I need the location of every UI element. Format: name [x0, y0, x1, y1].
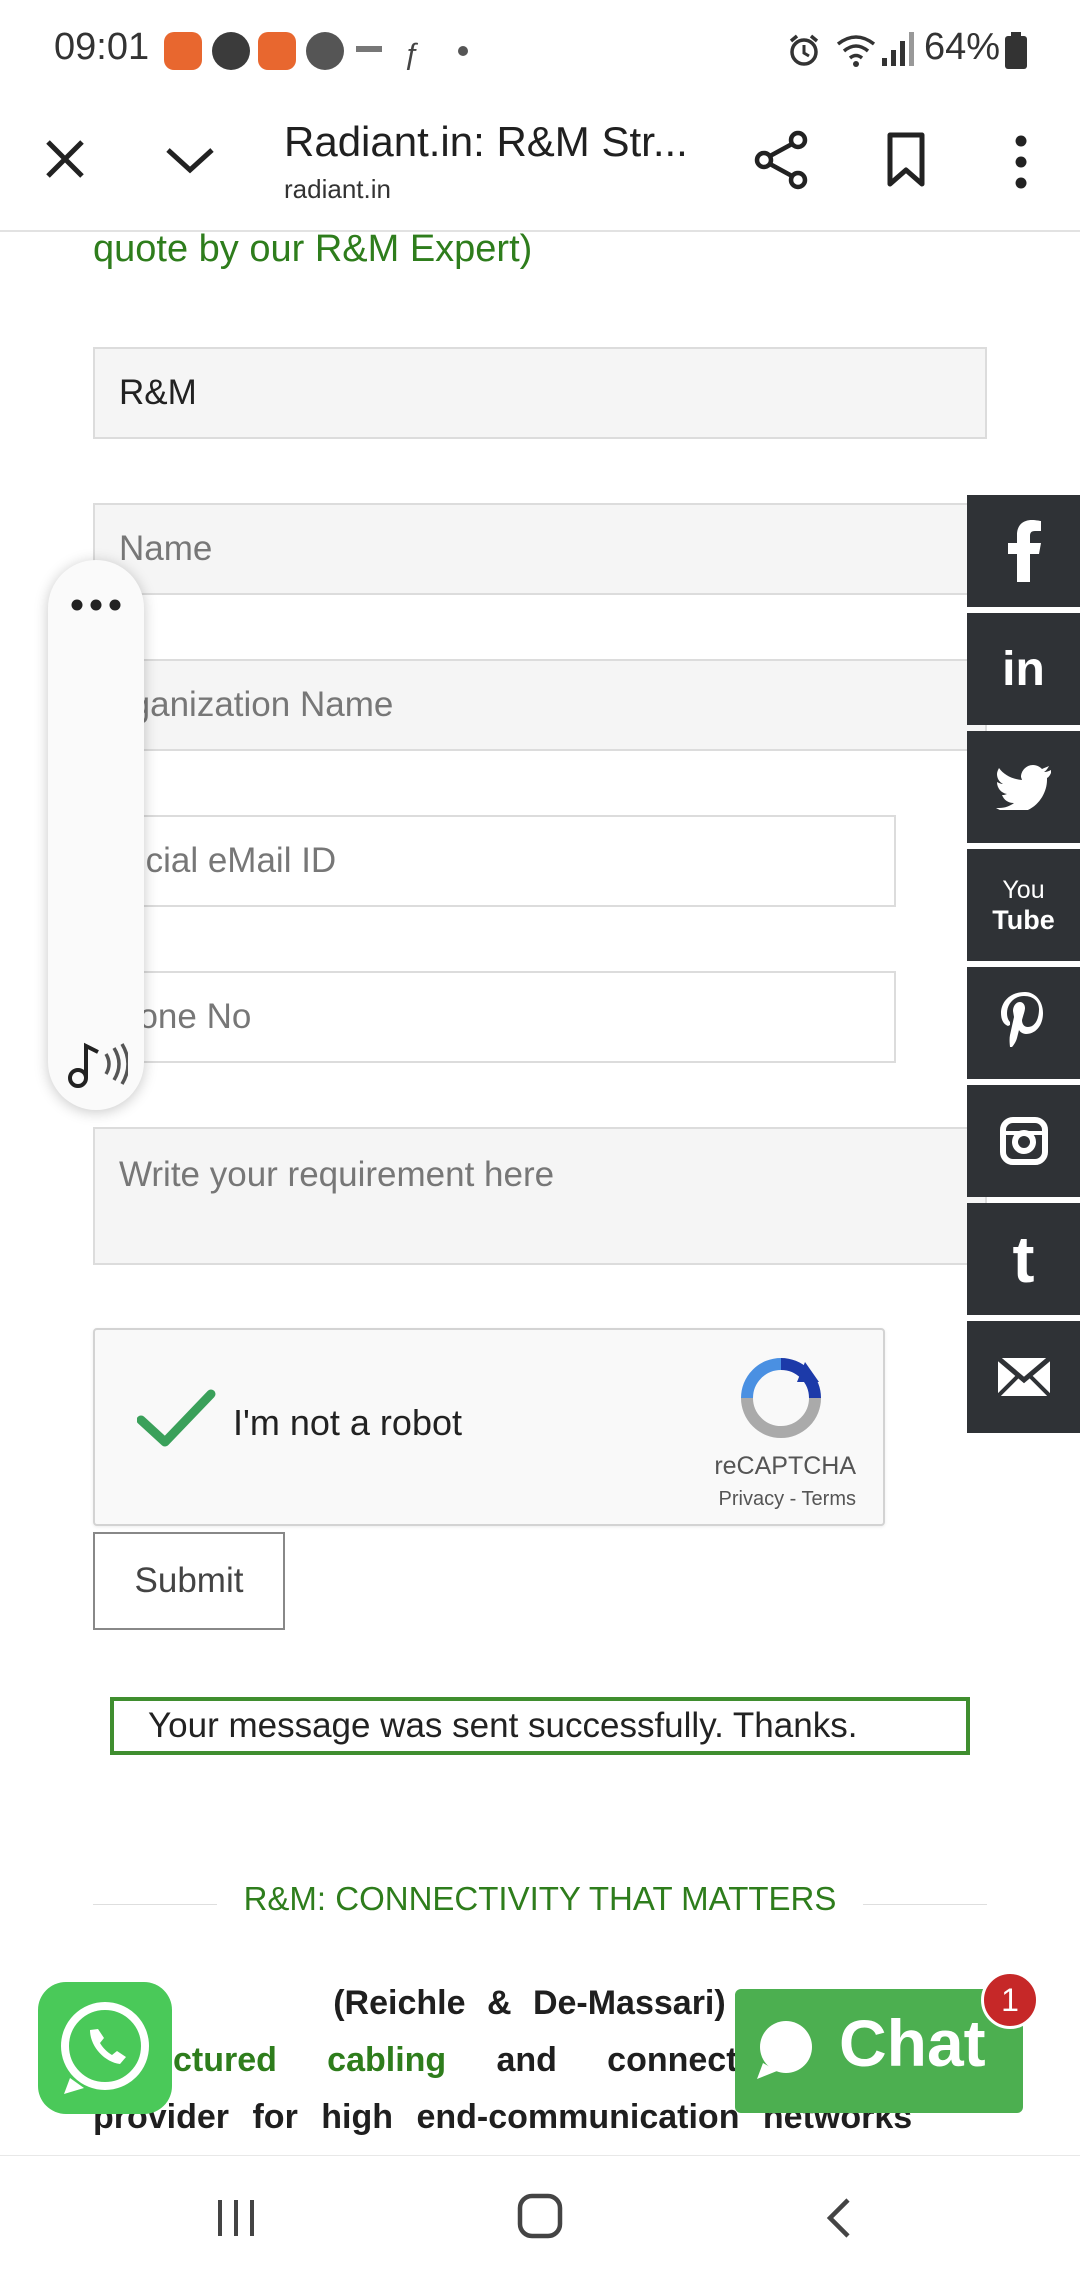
- chat-unread-badge: 1: [981, 1971, 1039, 2029]
- youtube-icon-you: You: [1002, 876, 1045, 904]
- chat-label: Chat: [839, 2006, 986, 2080]
- section-heading-block: R&M: CONNECTIVITY THAT MATTERS: [93, 1880, 987, 1930]
- requirement-textarea-placeholder: Write your requirement here: [119, 1155, 555, 1194]
- product-field[interactable]: R&M: [93, 347, 987, 439]
- alarm-icon: [786, 32, 822, 73]
- recent-apps-icon[interactable]: [214, 2198, 258, 2238]
- battery-percentage: 64%: [923, 26, 1000, 68]
- organization-input[interactable]: rganization Name: [93, 659, 987, 751]
- chevron-down-icon[interactable]: [164, 140, 216, 180]
- chat-bubble-icon: [757, 2021, 812, 2079]
- facebook-share-button[interactable]: [967, 495, 1080, 607]
- apollo-247-icon: [258, 32, 296, 70]
- email-input[interactable]: fficial eMail ID: [93, 815, 896, 907]
- linkedin-icon: in: [1002, 642, 1045, 696]
- dot-icon: [458, 46, 468, 56]
- recaptcha-brand: reCAPTCHA: [714, 1452, 856, 1480]
- close-icon[interactable]: [40, 134, 90, 184]
- back-icon[interactable]: [824, 2196, 854, 2240]
- tumblr-icon: t: [1012, 1222, 1035, 1296]
- share-icon[interactable]: [754, 130, 810, 190]
- recaptcha-privacy-link[interactable]: Privacy: [719, 1488, 785, 1510]
- email-share-button[interactable]: [967, 1321, 1080, 1433]
- email-input-placeholder: fficial eMail ID: [119, 841, 337, 880]
- success-message: Your message was sent successfully. Than…: [110, 1697, 970, 1755]
- youtube-share-button[interactable]: You Tube: [967, 849, 1080, 961]
- recaptcha-label: I'm not a robot: [233, 1402, 462, 1443]
- twitter-share-button[interactable]: [967, 731, 1080, 843]
- recaptcha-logo-icon: [739, 1356, 823, 1440]
- rapido-icon: [356, 46, 382, 52]
- instagram-icon: [999, 1117, 1048, 1165]
- product-field-value: R&M: [119, 373, 197, 412]
- recaptcha-terms-link[interactable]: Terms: [802, 1488, 856, 1510]
- whatsapp-button[interactable]: [38, 1982, 172, 2114]
- apollo-247-icon: [164, 32, 202, 70]
- organization-input-placeholder: rganization Name: [119, 685, 394, 724]
- name-input[interactable]: Name: [93, 503, 987, 595]
- submit-button[interactable]: Submit: [93, 1532, 285, 1630]
- pinterest-icon: [1000, 992, 1043, 1047]
- tumblr-share-button[interactable]: t: [967, 1203, 1080, 1315]
- cabling-link[interactable]: cabling: [327, 2032, 446, 2089]
- mail-icon: [997, 1358, 1050, 1396]
- more-vertical-icon[interactable]: [1008, 134, 1034, 190]
- section-heading: R&M: CONNECTIVITY THAT MATTERS: [243, 1880, 837, 1917]
- navigation-bar: [0, 2155, 1080, 2281]
- youtube-icon: Tube: [992, 905, 1055, 935]
- tab-url[interactable]: radiant.in: [284, 174, 391, 205]
- wifi-icon: [834, 30, 878, 75]
- facebook-icon: [212, 32, 250, 70]
- instagram-share-button[interactable]: [967, 1085, 1080, 1197]
- linkedin-share-button[interactable]: in: [967, 613, 1080, 725]
- checkmark-icon[interactable]: [136, 1388, 217, 1448]
- bookmark-icon[interactable]: [886, 132, 926, 188]
- read-aloud-icon[interactable]: [66, 1038, 130, 1090]
- pinterest-share-button[interactable]: [967, 967, 1080, 1079]
- e-app-icon: [306, 32, 344, 70]
- whatsapp-icon: [61, 2002, 149, 2094]
- signal-icon: [880, 30, 916, 73]
- para-and: and: [496, 2041, 557, 2079]
- recaptcha-links: Privacy - Terms: [95, 1488, 856, 1511]
- battery-icon: [1004, 32, 1028, 75]
- status-bar: 09:01 ƒ 64%: [0, 0, 1080, 100]
- structured-link[interactable]: ctured: [173, 2032, 277, 2089]
- recaptcha-separator: -: [789, 1488, 797, 1510]
- flipkart-icon: ƒ: [404, 38, 421, 71]
- name-input-placeholder: Name: [119, 529, 213, 568]
- phone-input[interactable]: hone No: [93, 971, 896, 1063]
- facebook-icon: [1007, 520, 1041, 582]
- more-horizontal-icon[interactable]: [70, 598, 122, 612]
- form-intro-text: quote by our R&M Expert): [93, 228, 533, 270]
- twitter-icon: [995, 765, 1051, 810]
- status-time: 09:01: [54, 26, 150, 68]
- para-connectivity: connecti: [607, 2041, 747, 2079]
- accessibility-toolbar: [48, 560, 144, 1110]
- tab-title[interactable]: Radiant.in: R&M Str...: [284, 118, 688, 166]
- requirement-textarea[interactable]: Write your requirement here: [93, 1127, 987, 1265]
- chat-button[interactable]: Chat: [735, 1989, 1023, 2113]
- home-icon[interactable]: [516, 2192, 564, 2240]
- recaptcha-widget: I'm not a robot reCAPTCHA Privacy - Term…: [93, 1328, 885, 1526]
